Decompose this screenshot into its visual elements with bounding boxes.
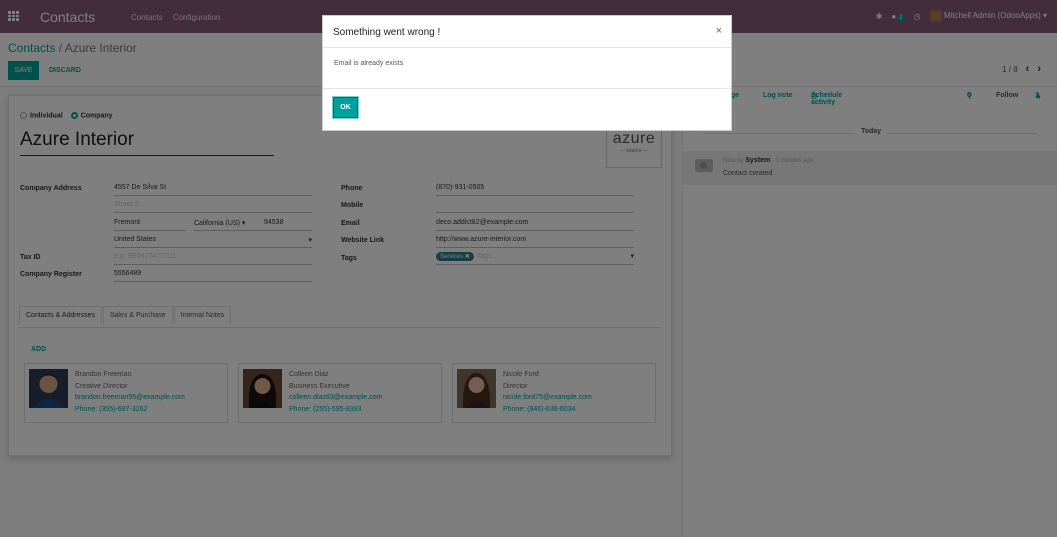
ok-button[interactable]: OK — [333, 97, 358, 118]
dialog-divider — [323, 47, 731, 48]
dialog-message: Email is already exists — [334, 60, 404, 67]
contacts-app: Contacts Contacts Configuration ✱ ●2 ◷ M… — [0, 0, 1057, 537]
dialog-title: Something went wrong ! — [333, 27, 441, 38]
error-dialog: Something went wrong ! × Email is alread… — [322, 15, 732, 131]
dialog-divider — [323, 88, 731, 89]
close-icon[interactable]: × — [716, 25, 722, 37]
